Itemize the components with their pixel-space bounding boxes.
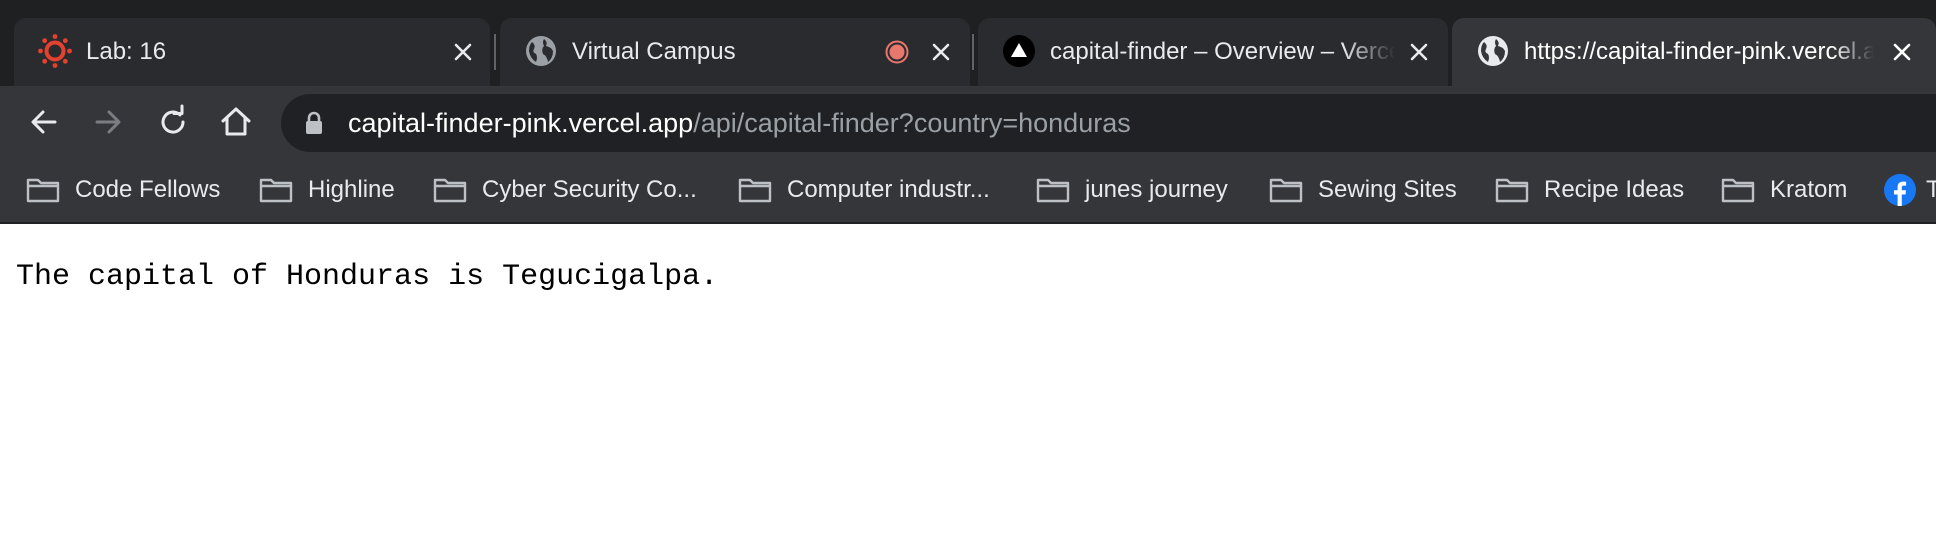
folder-icon — [433, 178, 467, 203]
bookmark-label: Recipe Ideas — [1544, 176, 1685, 203]
url-path: /api/capital-finder?country=honduras — [693, 108, 1131, 138]
url-text[interactable]: capital-finder-pink.vercel.app/api/capit… — [348, 94, 1131, 152]
tab-strip: Lab: 16 Virtual Campus capital-finder – … — [0, 0, 1936, 86]
bookmark-kratom[interactable]: Kratom — [1721, 158, 1847, 222]
bookmark-label: Highline — [308, 176, 395, 203]
bookmark-junes-journey[interactable]: junes journey — [1036, 158, 1228, 222]
tab-virtual-campus[interactable]: Virtual Campus — [500, 18, 970, 86]
url-host: capital-finder-pink.vercel.app — [348, 108, 694, 138]
tab-separator — [972, 34, 974, 70]
tab-lab-16[interactable]: Lab: 16 — [14, 18, 490, 86]
folder-icon — [738, 178, 772, 203]
bookmark-label: Code Fellows — [75, 176, 221, 203]
response-text: The capital of Honduras is Tegucigalpa. — [16, 260, 719, 294]
bookmarks-bar: Code Fellows Highline Cyber Security Co.… — [0, 158, 1936, 224]
toolbar: capital-finder-pink.vercel.app/api/capit… — [0, 86, 1936, 158]
bookmark-label: Sewing Sites — [1318, 176, 1457, 203]
address-bar[interactable]: capital-finder-pink.vercel.app/api/capit… — [281, 94, 1936, 152]
tab-title: capital-finder – Overview – Vercel — [1050, 38, 1395, 65]
folder-icon — [259, 178, 293, 203]
bookmark-label: T — [1926, 176, 1936, 204]
page-content: The capital of Honduras is Tegucigalpa. — [0, 224, 1936, 544]
close-icon[interactable] — [1890, 40, 1914, 64]
vercel-logo-icon — [1003, 35, 1035, 67]
tab-vercel-overview[interactable]: capital-finder – Overview – Vercel — [978, 18, 1448, 86]
lock-icon[interactable] — [303, 111, 325, 135]
bookmark-label: Computer industr... — [787, 176, 990, 203]
forward-arrow-icon[interactable] — [90, 104, 126, 140]
reload-icon[interactable] — [155, 104, 191, 140]
bookmark-recipe-ideas[interactable]: Recipe Ideas — [1495, 158, 1684, 222]
facebook-icon — [1884, 174, 1916, 206]
bookmark-computer-industry[interactable]: Computer industr... — [738, 158, 990, 222]
canvas-logo-icon — [38, 34, 72, 68]
folder-icon — [1036, 178, 1070, 203]
globe-icon — [526, 36, 556, 66]
folder-icon — [26, 178, 60, 203]
folder-icon — [1269, 178, 1303, 203]
bookmark-highline[interactable]: Highline — [259, 158, 395, 222]
bookmark-cyber-security[interactable]: Cyber Security Co... — [433, 158, 697, 222]
home-icon[interactable] — [218, 104, 254, 140]
bookmark-label: junes journey — [1085, 176, 1228, 203]
recording-icon — [885, 40, 909, 64]
bookmark-sewing-sites[interactable]: Sewing Sites — [1269, 158, 1457, 222]
folder-icon — [1721, 178, 1755, 203]
close-icon[interactable] — [451, 40, 475, 64]
tab-separator — [494, 34, 496, 70]
close-icon[interactable] — [1407, 40, 1431, 64]
tab-title: Virtual Campus — [572, 38, 736, 65]
folder-icon — [1495, 178, 1529, 203]
globe-icon — [1478, 36, 1508, 66]
bookmark-code-fellows[interactable]: Code Fellows — [26, 158, 220, 222]
close-icon[interactable] — [929, 40, 953, 64]
bookmark-label: Cyber Security Co... — [482, 176, 697, 203]
tab-title: Lab: 16 — [86, 38, 167, 65]
back-arrow-icon[interactable] — [26, 104, 62, 140]
bookmark-label: Kratom — [1770, 176, 1848, 203]
tab-title: https://capital-finder-pink.vercel.app/a… — [1524, 38, 1874, 65]
tab-capital-finder-api[interactable]: https://capital-finder-pink.vercel.app/a… — [1452, 18, 1936, 86]
bookmark-facebook[interactable]: T — [1884, 158, 1936, 222]
